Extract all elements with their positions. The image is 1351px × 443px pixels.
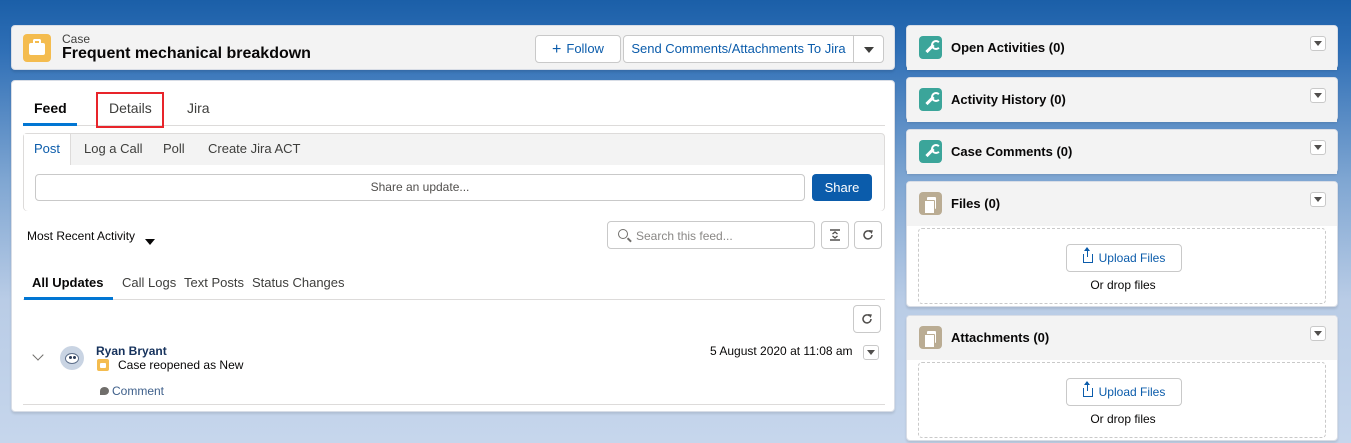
refresh-icon — [862, 314, 872, 324]
record-tabs: Feed Details Jira — [23, 91, 885, 128]
refresh-posts-button[interactable] — [853, 305, 881, 333]
wrench-icon — [919, 36, 942, 59]
case-briefcase-icon — [23, 34, 51, 62]
collapse-all-button[interactable] — [821, 221, 849, 249]
more-actions-button[interactable] — [853, 35, 884, 63]
panel-menu-button[interactable] — [1310, 192, 1326, 207]
panel-title[interactable]: Files (0) — [951, 196, 1000, 211]
panel-menu-button[interactable] — [1310, 140, 1326, 155]
sort-dropdown[interactable]: Most Recent Activity — [27, 229, 135, 243]
file-icon — [919, 192, 942, 215]
upload-files-button[interactable]: Upload Files — [1066, 244, 1182, 272]
upload-icon — [1082, 381, 1093, 397]
upload-icon — [1082, 247, 1093, 263]
panel-title[interactable]: Activity History (0) — [951, 92, 1066, 107]
drop-files-text: Or drop files — [1090, 278, 1156, 292]
comment-icon — [100, 387, 109, 395]
feed-card: Feed Details Jira Post Log a Call Poll C… — [11, 80, 895, 412]
panel-header: Case Comments (0) — [907, 130, 1337, 174]
share-button[interactable]: Share — [812, 174, 872, 201]
record-header: Case Frequent mechanical breakdown + Foll… — [11, 25, 895, 70]
case-comments-panel: Case Comments (0) — [906, 129, 1338, 174]
follow-button[interactable]: + Follow — [535, 35, 621, 63]
panel-title[interactable]: Attachments (0) — [951, 330, 1049, 345]
active-tab-indicator — [23, 123, 77, 126]
panel-title[interactable]: Case Comments (0) — [951, 144, 1072, 159]
wrench-icon — [919, 88, 942, 111]
post-author-link[interactable]: Ryan Bryant — [96, 344, 167, 358]
tab-jira[interactable]: Jira — [187, 100, 210, 116]
publisher-tabs: Post Log a Call Poll Create Jira ACT — [24, 134, 884, 165]
open-activities-panel: Open Activities (0) — [906, 25, 1338, 70]
post-actions-menu[interactable] — [863, 345, 879, 360]
drop-files-text: Or drop files — [1090, 412, 1156, 426]
share-update-input[interactable]: Share an update... — [35, 174, 805, 201]
collapse-post-chevron-icon[interactable] — [32, 349, 44, 361]
chevron-down-icon — [1314, 41, 1322, 46]
activity-history-panel: Activity History (0) — [906, 77, 1338, 122]
attachments-panel: Attachments (0) Upload Files Or drop fil… — [906, 315, 1338, 441]
chevron-down-icon — [1314, 331, 1322, 336]
wrench-icon — [919, 140, 942, 163]
files-panel: Files (0) Upload Files Or drop files — [906, 181, 1338, 307]
panel-menu-button[interactable] — [1310, 326, 1326, 341]
panel-header: Attachments (0) — [907, 316, 1337, 360]
post-text: Case reopened as New — [118, 358, 244, 372]
filter-call-logs[interactable]: Call Logs — [122, 275, 176, 290]
panel-menu-button[interactable] — [1310, 36, 1326, 51]
chevron-down-icon — [863, 47, 874, 53]
feed-search-placeholder: Search this feed... — [636, 229, 733, 243]
upload-label: Upload Files — [1098, 385, 1166, 399]
file-dropzone[interactable]: Upload Files Or drop files — [918, 362, 1326, 438]
follow-label: Follow — [566, 41, 604, 56]
file-icon — [919, 326, 942, 349]
comment-button[interactable]: Comment — [100, 384, 164, 398]
plus-icon: + — [552, 41, 562, 58]
panel-header: Open Activities (0) — [907, 26, 1337, 70]
publisher-tab-create-jira-act[interactable]: Create Jira ACT — [198, 134, 310, 165]
highlight-annotation-box — [96, 92, 164, 128]
feed-search-input[interactable]: Search this feed... — [607, 221, 815, 249]
post-timestamp[interactable]: 5 August 2020 at 11:08 am — [710, 344, 853, 358]
panel-title[interactable]: Open Activities (0) — [951, 40, 1065, 55]
refresh-icon — [863, 230, 873, 240]
collapse-icon — [830, 229, 840, 241]
search-icon — [618, 229, 628, 239]
publisher-body: Share an update... Share — [24, 165, 884, 211]
publisher: Post Log a Call Poll Create Jira ACT Sha… — [23, 133, 885, 211]
panel-menu-button[interactable] — [1310, 88, 1326, 103]
filter-all-updates[interactable]: All Updates — [32, 275, 104, 290]
sort-caret-icon[interactable] — [145, 233, 155, 248]
publisher-tab-poll[interactable]: Poll — [153, 134, 195, 165]
avatar[interactable] — [60, 346, 84, 370]
upload-files-button[interactable]: Upload Files — [1066, 378, 1182, 406]
record-title: Frequent mechanical breakdown — [62, 45, 311, 62]
panel-header: Activity History (0) — [907, 78, 1337, 122]
refresh-feed-button[interactable] — [854, 221, 882, 249]
file-dropzone[interactable]: Upload Files Or drop files — [918, 228, 1326, 304]
panel-header: Files (0) — [907, 182, 1337, 226]
tab-feed[interactable]: Feed — [34, 100, 67, 116]
chevron-down-icon — [867, 350, 875, 355]
active-filter-indicator — [24, 297, 113, 300]
divider — [23, 404, 885, 405]
filter-text-posts[interactable]: Text Posts — [184, 275, 244, 290]
comment-label: Comment — [112, 384, 165, 398]
send-to-jira-button[interactable]: Send Comments/Attachments To Jira — [623, 35, 854, 63]
chevron-down-icon — [1314, 197, 1322, 202]
feed-filters: All Updates Call Logs Text Posts Status … — [23, 273, 885, 300]
publisher-tab-log-a-call[interactable]: Log a Call — [74, 134, 153, 165]
object-label: Case — [62, 32, 91, 46]
chevron-down-icon — [1314, 145, 1322, 150]
chevron-down-icon — [1314, 93, 1322, 98]
filter-status-changes[interactable]: Status Changes — [252, 275, 345, 290]
upload-label: Upload Files — [1098, 251, 1166, 265]
case-icon — [97, 359, 109, 371]
publisher-tab-post[interactable]: Post — [24, 134, 72, 165]
